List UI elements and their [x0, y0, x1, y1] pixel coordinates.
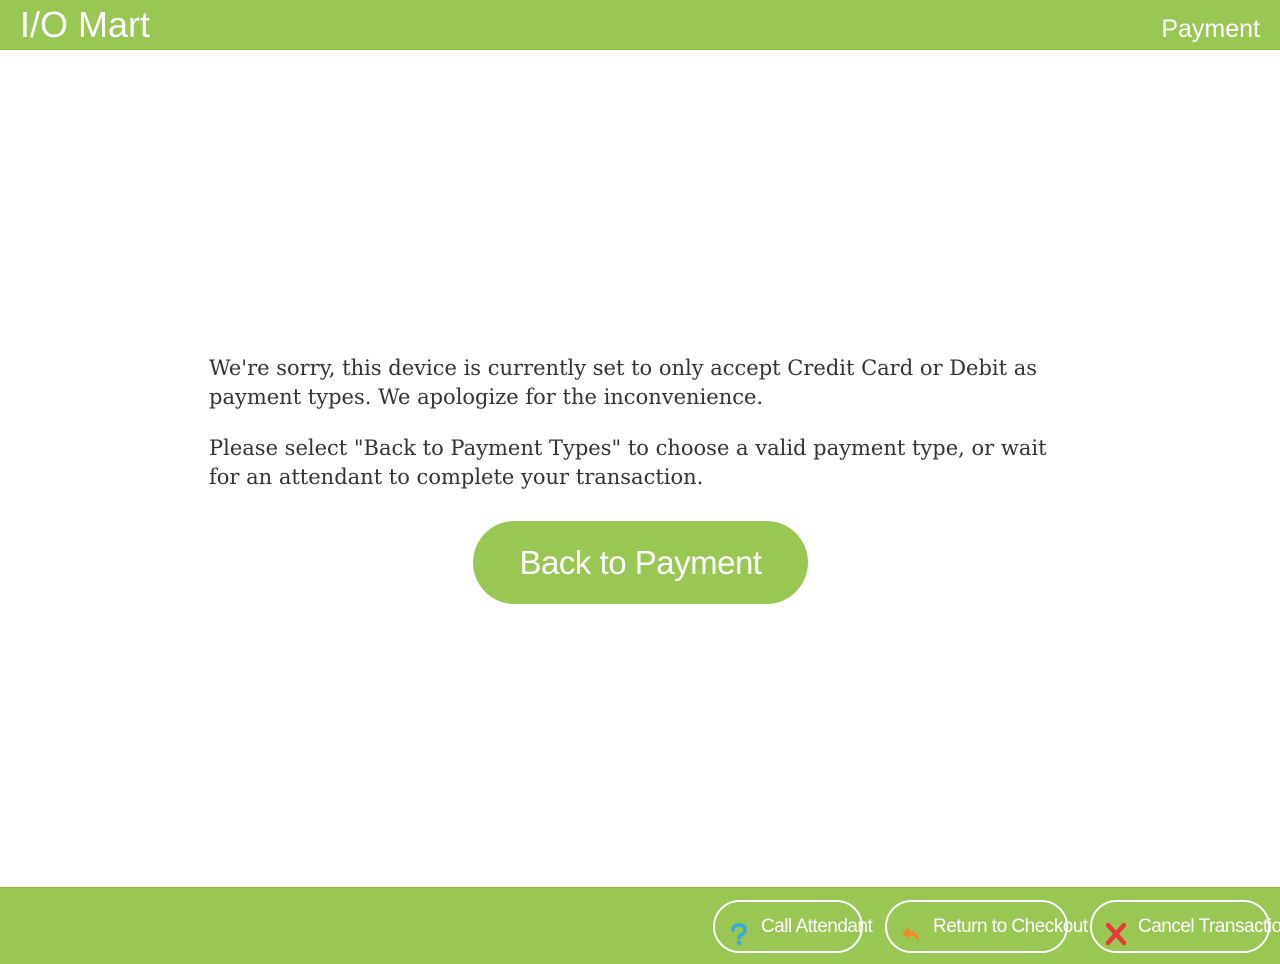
back-to-payment-types-button[interactable]: Back to Payment Types: [473, 521, 808, 664]
cancel-transaction-button[interactable]: Cancel Transaction: [1090, 900, 1280, 953]
call-attendant-label: Call Attendant: [761, 916, 873, 937]
question-mark-icon: [727, 916, 751, 946]
brand-logo-text: I/O Mart: [20, 4, 151, 45]
call-attendant-button[interactable]: Call Attendant: [713, 900, 873, 953]
footer-bar: Call Attendant Return to Checkout Cancel…: [0, 887, 1280, 964]
instruction-message: Please select "Back to Payment Types" to…: [209, 436, 1047, 489]
close-x-icon: [1104, 916, 1128, 946]
cancel-transaction-label: Cancel Transaction: [1138, 916, 1280, 937]
unsupported-payment-message: We're sorry, this device is currently se…: [209, 356, 1038, 409]
header-bar: I/O Mart Payment: [0, 0, 1280, 50]
return-to-checkout-button[interactable]: Return to Checkout: [885, 900, 1088, 953]
return-to-checkout-label: Return to Checkout: [933, 916, 1088, 937]
return-arrow-icon: [899, 916, 923, 942]
page-title: Payment: [1161, 15, 1260, 43]
message-area: We're sorry, this device is currently se…: [209, 354, 1079, 514]
